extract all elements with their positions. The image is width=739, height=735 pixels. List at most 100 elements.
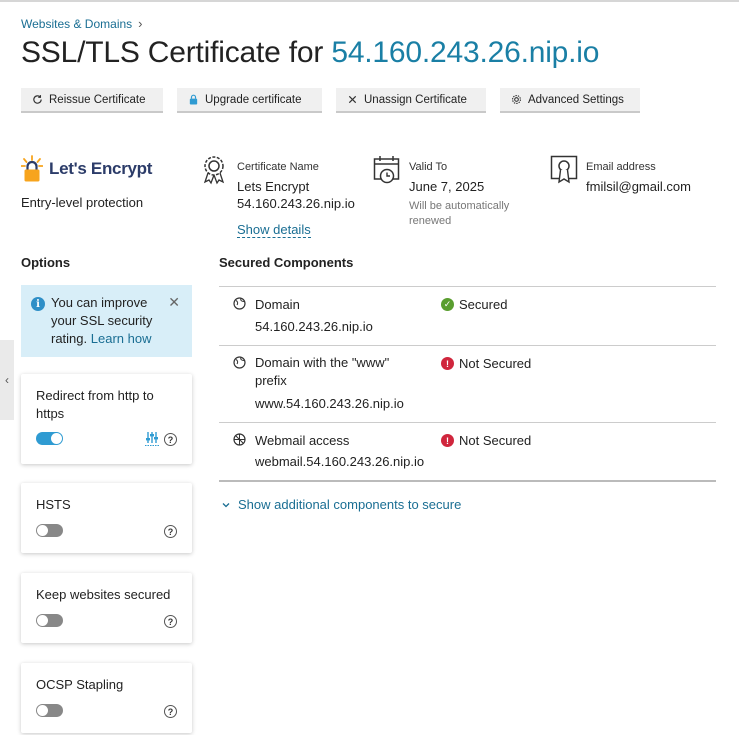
certificate-name-value: Lets Encrypt 54.160.243.26.nip.io (237, 178, 355, 212)
reissue-certificate-button[interactable]: Reissue Certificate (21, 88, 163, 113)
show-additional-label: Show additional components to secure (238, 497, 462, 512)
settings-sliders-icon[interactable] (145, 431, 159, 446)
option-title-keep-secured: Keep websites secured (36, 587, 171, 602)
certificate-name-line1: Lets Encrypt (237, 179, 310, 194)
secured-components-title: Secured Components (219, 255, 354, 270)
renewal-note-line2: renewed (409, 215, 452, 227)
hint-text: You can improve your SSL security rating… (51, 294, 169, 357)
close-hint-icon[interactable]: ✕ (168, 294, 180, 311)
email-block: Email address fmilsil@gmail.com (550, 155, 691, 195)
component-name-line2: prefix (255, 373, 287, 388)
collapse-panel-tab[interactable]: ‹ (0, 340, 14, 420)
help-icon[interactable]: ? (164, 705, 177, 718)
component-status: ✓ Secured (441, 297, 507, 312)
close-icon (348, 95, 357, 104)
status-text: Not Secured (459, 433, 532, 448)
component-status: ! Not Secured (441, 356, 531, 371)
option-title-redirect: Redirect from http to https (36, 388, 154, 421)
valid-to-date: June 7, 2025 (409, 179, 485, 194)
secured-components-table: Domain 54.160.243.26.nip.io ✓ Secured Dom… (219, 286, 716, 482)
component-status: ! Not Secured (441, 433, 531, 448)
option-card-ocsp: OCSP Stapling ? (21, 663, 192, 733)
calendar-clock-icon (373, 156, 400, 184)
advanced-settings-label: Advanced Settings (528, 93, 624, 106)
keep-secured-toggle[interactable] (36, 614, 63, 627)
learn-how-link[interactable]: Learn how (91, 331, 152, 346)
option-card-keep-secured: Keep websites secured ? (21, 573, 192, 643)
breadcrumb-link-websites-domains[interactable]: Websites & Domains (21, 17, 132, 31)
lock-icon (189, 94, 198, 105)
chevron-down-icon (222, 502, 230, 507)
show-additional-components-link[interactable]: Show additional components to secure (222, 497, 461, 512)
globe-icon (233, 356, 246, 369)
certificate-badge-icon (203, 156, 225, 185)
component-domain: 54.160.243.26.nip.io (255, 319, 373, 334)
option-card-redirect: Redirect from http to https ? (21, 374, 192, 464)
toggle-knob (37, 615, 48, 626)
option-title-hsts: HSTS (36, 497, 71, 512)
unassign-certificate-button[interactable]: Unassign Certificate (336, 88, 486, 113)
page-title-prefix: SSL/TLS Certificate for (21, 36, 332, 69)
upgrade-certificate-button[interactable]: Upgrade certificate (177, 88, 322, 113)
email-value: fmilsil@gmail.com (586, 179, 691, 194)
logo-text: Let's Encrypt (49, 159, 153, 178)
options-title: Options (21, 255, 71, 270)
component-domain: www.54.160.243.26.nip.io (255, 396, 404, 411)
security-hint-banner: i You can improve your SSL security rati… (21, 285, 192, 357)
option-card-hsts: HSTS ? (21, 483, 192, 553)
show-details-link[interactable]: Show details (237, 222, 311, 238)
page-title-host: 54.160.243.26.nip.io (331, 36, 600, 69)
error-circle-icon: ! (441, 357, 454, 370)
help-icon[interactable]: ? (164, 433, 177, 446)
refresh-icon (33, 95, 42, 104)
toggle-knob (37, 705, 48, 716)
info-icon: i (31, 297, 45, 311)
advanced-settings-button[interactable]: Advanced Settings (500, 88, 640, 113)
ocsp-toggle[interactable] (36, 704, 63, 717)
breadcrumb: Websites & Domains › (21, 16, 143, 31)
renewal-note-line1: Will be automatically (409, 200, 510, 212)
component-domain: webmail.54.160.243.26.nip.io (255, 454, 425, 469)
option-title-ocsp: OCSP Stapling (36, 677, 124, 692)
status-text: Not Secured (459, 356, 532, 371)
email-label: Email address (586, 161, 656, 173)
chevron-right-icon: › (138, 16, 143, 31)
renewal-note: Will be automatically renewed (409, 199, 509, 229)
certificate-name-block: Certificate Name Lets Encrypt 54.160.243… (201, 155, 355, 239)
top-border (0, 0, 739, 2)
hsts-toggle[interactable] (36, 524, 63, 537)
upgrade-certificate-label: Upgrade certificate (205, 93, 302, 106)
table-row: Domain with the "www" prefix www.54.160.… (219, 346, 716, 423)
redirect-toggle[interactable] (36, 432, 63, 445)
chevron-left-icon: ‹ (5, 373, 9, 387)
valid-to-block: Valid To June 7, 2025 Will be automatica… (373, 155, 509, 229)
component-name: Webmail access (255, 433, 350, 448)
certificate-name-label: Certificate Name (237, 161, 319, 173)
valid-to-label: Valid To (409, 161, 448, 173)
webmail-globe-icon (233, 433, 246, 446)
provider-subtitle: Entry-level protection (21, 195, 144, 210)
provider-block: Let's Encrypt Entry-level protection (21, 155, 152, 210)
unassign-certificate-label: Unassign Certificate (364, 93, 467, 106)
gear-icon (512, 95, 521, 104)
reissue-certificate-label: Reissue Certificate (49, 93, 146, 106)
table-row: Webmail access webmail.54.160.243.26.nip… (219, 423, 716, 482)
component-name: Domain with the "www" prefix (255, 354, 389, 390)
certificate-document-icon (550, 155, 578, 184)
toggle-knob (51, 433, 62, 444)
help-icon[interactable]: ? (164, 525, 177, 538)
help-icon[interactable]: ? (164, 615, 177, 628)
error-circle-icon: ! (441, 434, 454, 447)
globe-icon (233, 297, 246, 310)
lets-encrypt-logo: Let's Encrypt (21, 155, 152, 183)
toggle-knob (37, 525, 48, 536)
component-name-line1: Domain with the "www" (255, 355, 390, 370)
certificate-name-line2: 54.160.243.26.nip.io (237, 196, 355, 211)
status-text: Secured (459, 297, 508, 312)
table-row: Domain 54.160.243.26.nip.io ✓ Secured (219, 287, 716, 346)
lets-encrypt-lock-logo-icon (21, 155, 43, 182)
page-title: SSL/TLS Certificate for 54.160.243.26.ni… (21, 36, 599, 70)
toolbar: Reissue Certificate Upgrade certificate … (21, 88, 640, 113)
component-name: Domain (255, 297, 300, 312)
check-circle-icon: ✓ (441, 298, 454, 311)
